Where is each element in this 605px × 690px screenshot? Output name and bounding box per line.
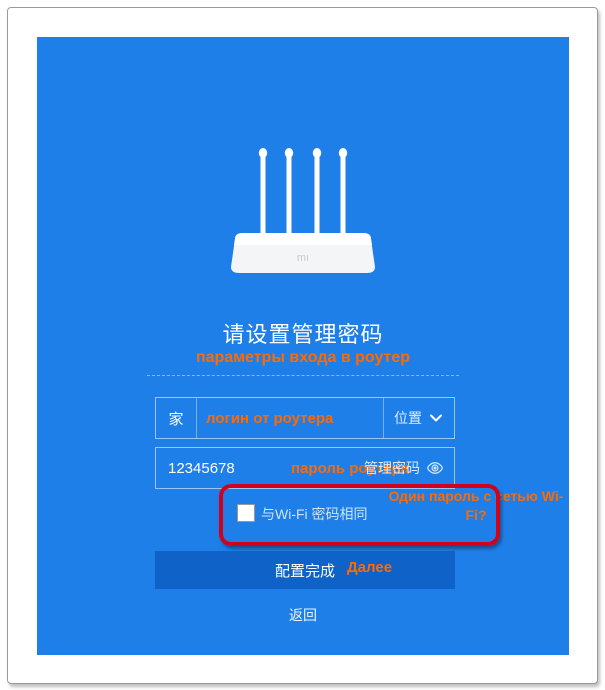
same-as-wifi-annotation: Один пароль с сетью Wi-Fi? (381, 487, 571, 525)
login-row[interactable]: 家 логин от роутера 位置 (155, 397, 455, 439)
same-as-wifi-label: 与Wi-Fi 密码相同 (261, 504, 368, 524)
password-value: 12345678 (168, 448, 235, 488)
submit-button[interactable]: 配置完成 (155, 551, 455, 589)
password-right-slot: 管理密码 (354, 448, 454, 488)
eye-icon[interactable] (426, 459, 444, 477)
router-illustration: mı (223, 147, 383, 277)
svg-text:mı: mı (297, 252, 309, 264)
setup-panel: mı 请设置管理密码 параметры входа в роутер 家 ло… (37, 37, 569, 655)
submit-annotation: Далее (347, 559, 392, 576)
same-as-wifi-checkbox[interactable] (237, 504, 255, 522)
back-label: 返回 (289, 607, 317, 623)
back-link[interactable]: 返回 (37, 605, 569, 625)
divider (147, 375, 459, 376)
password-row[interactable]: 12345678 пароль роутера 管理密码 (155, 447, 455, 489)
location-dropdown[interactable]: 位置 (383, 398, 454, 438)
page-title: 请设置管理密码 (37, 317, 569, 349)
chevron-down-icon (428, 410, 444, 426)
login-placeholder-annotation: логин от роутера (206, 398, 333, 438)
page-subtitle-annotation: параметры входа в роутер (37, 349, 569, 367)
window-frame: mı 请设置管理密码 параметры входа в роутер 家 ло… (7, 7, 598, 684)
submit-label: 配置完成 (275, 560, 335, 581)
location-label: 位置 (394, 408, 422, 428)
home-icon: 家 (156, 398, 197, 438)
admin-password-label: 管理密码 (364, 458, 420, 478)
